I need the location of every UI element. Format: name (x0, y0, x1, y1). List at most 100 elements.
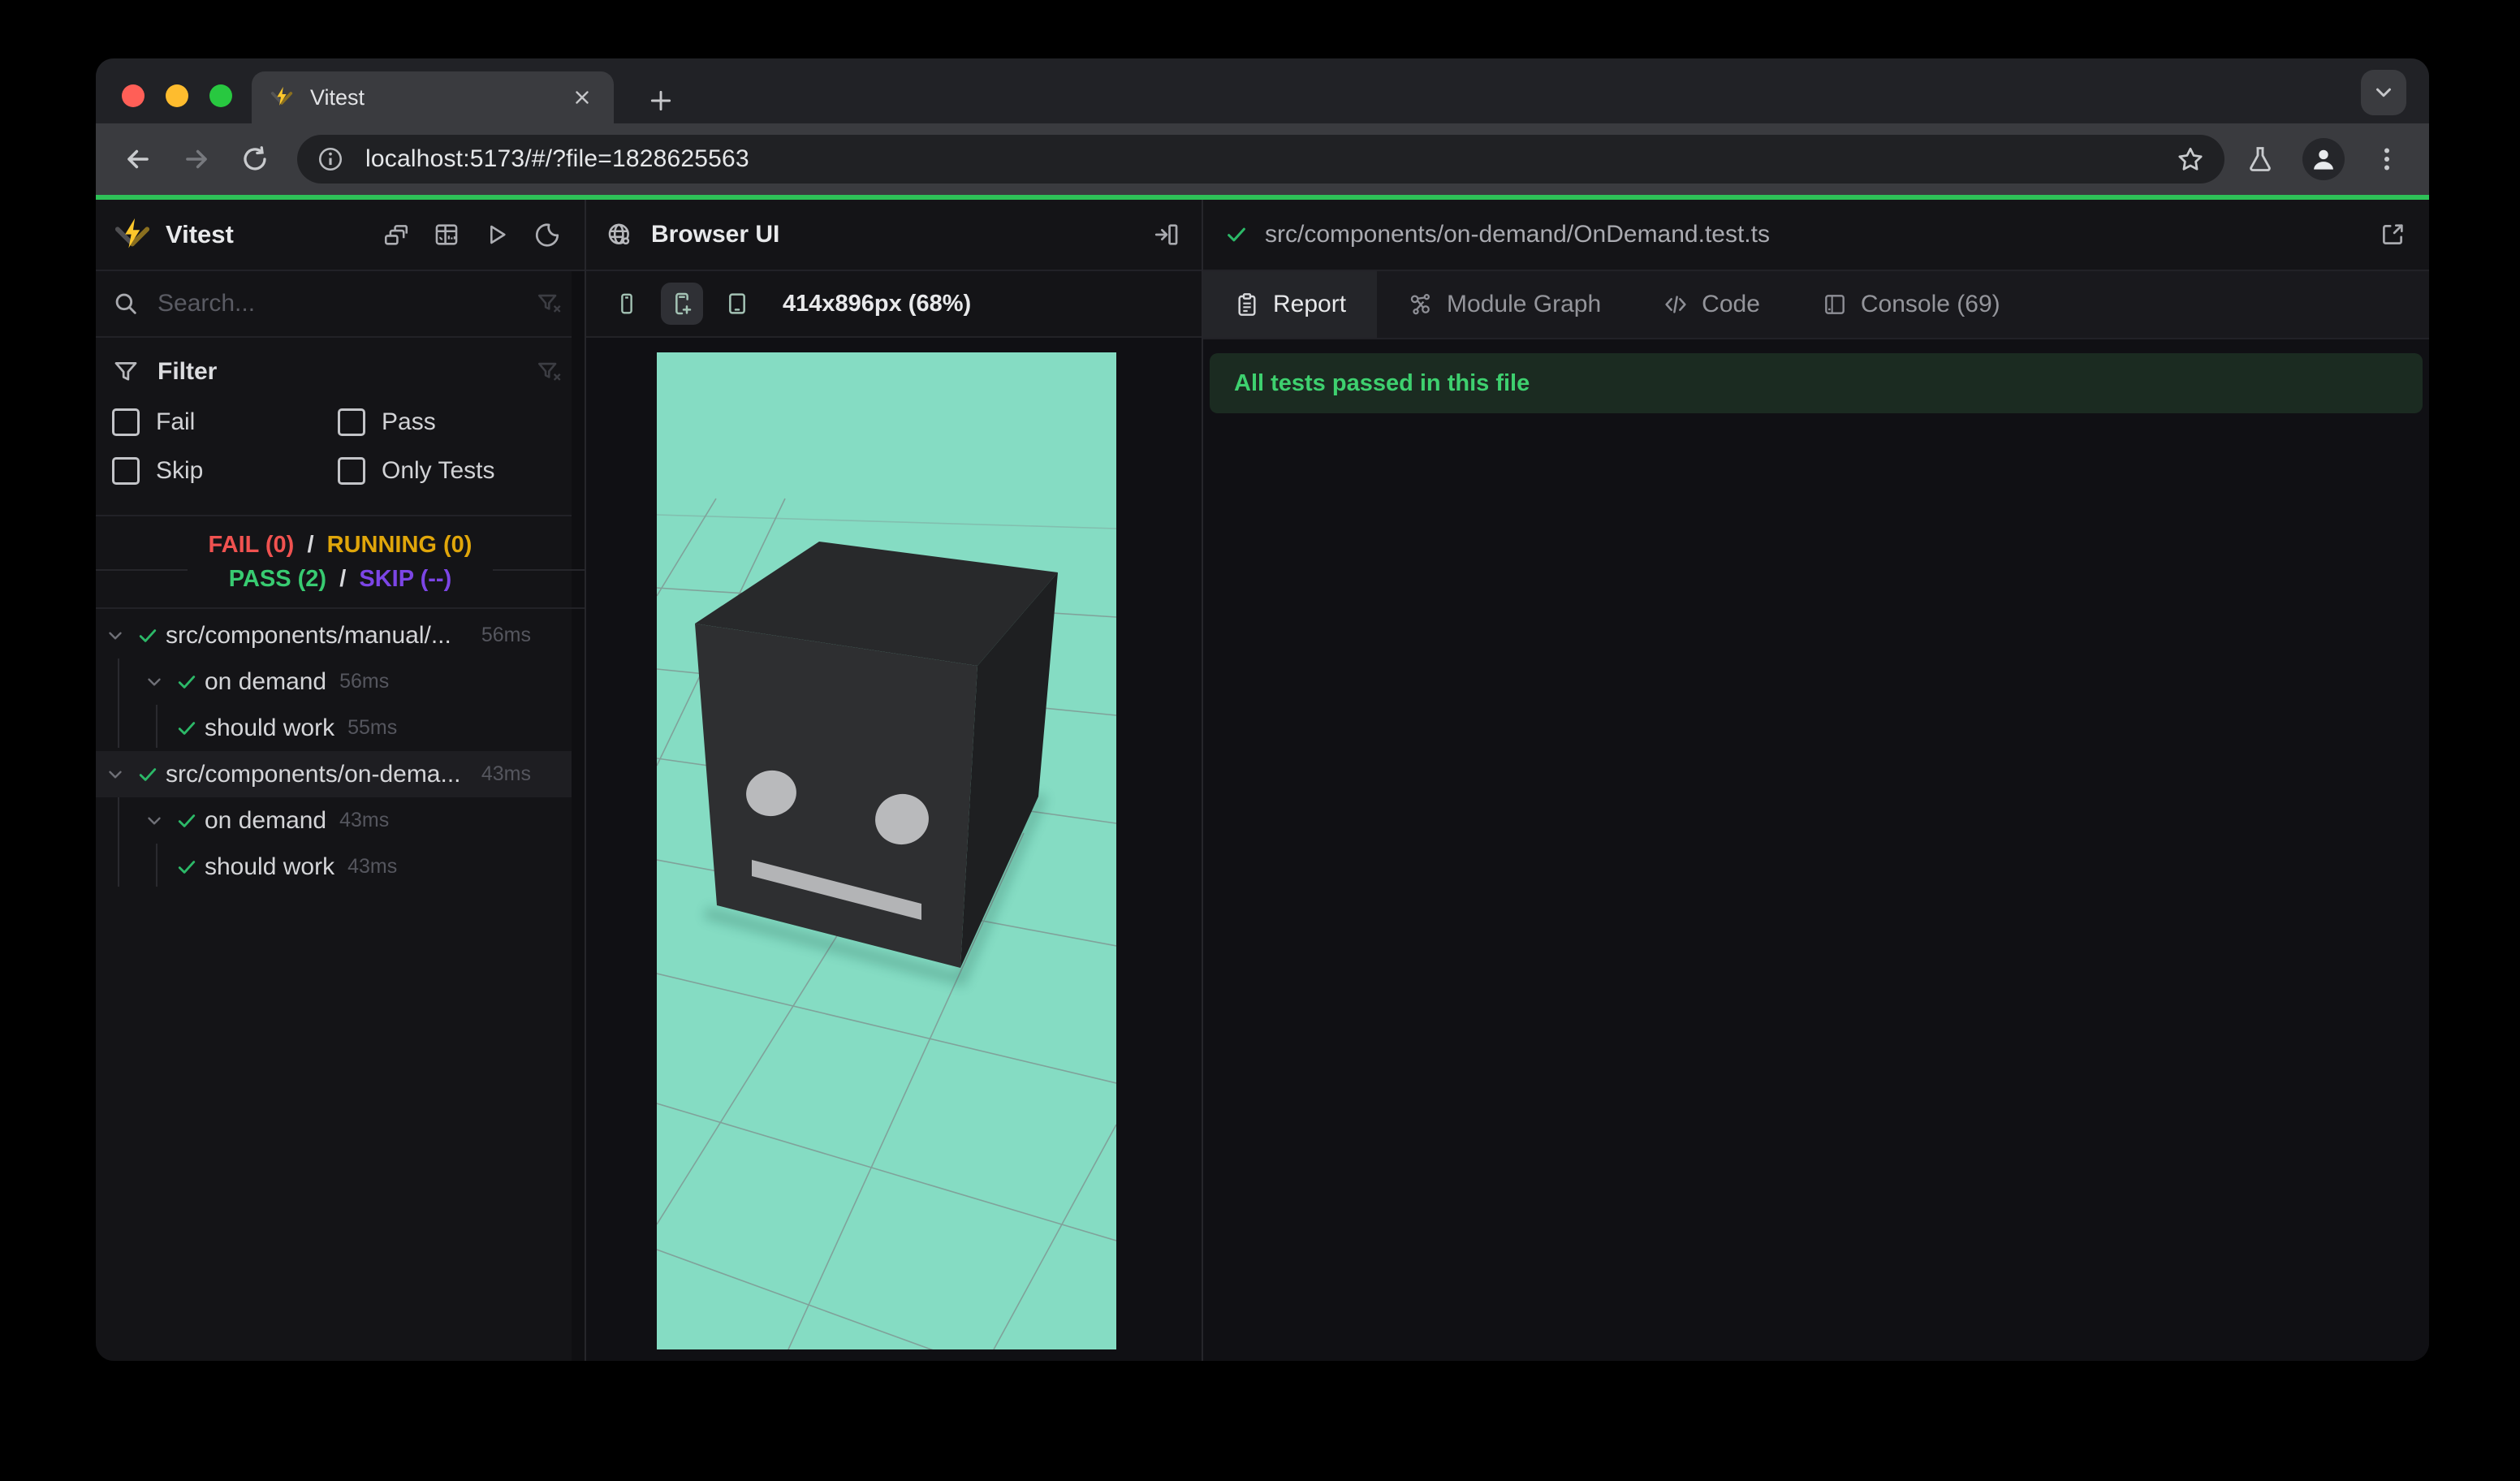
checkbox[interactable] (112, 457, 140, 485)
all-tests-passed-banner: All tests passed in this file (1210, 353, 2423, 413)
summary-line-2: PASS (2) / SKIP (--) (228, 566, 452, 592)
search-icon (112, 290, 140, 317)
browser-ui-title: Browser UI (651, 221, 780, 248)
threejs-cube-scene (657, 498, 1116, 1349)
reload-icon[interactable] (232, 136, 278, 182)
back-icon[interactable] (115, 136, 161, 182)
tab-close-icon[interactable] (568, 84, 596, 111)
report-panel: src/components/on-demand/OnDemand.test.t… (1203, 200, 2429, 1361)
url-text[interactable]: localhost:5173/#/?file=1828625563 (365, 145, 2176, 173)
search-input[interactable]: Search... (158, 290, 536, 317)
open-external-icon[interactable] (2379, 221, 2406, 248)
filter-title: Filter (158, 358, 218, 385)
tab-module-graph[interactable]: Module Graph (1377, 271, 1632, 338)
minimize-window-button[interactable] (166, 84, 188, 107)
sidebar-toolbar (380, 218, 563, 251)
pass-check-icon (169, 856, 205, 879)
collapse-panels-icon[interactable] (380, 218, 412, 251)
new-tab-button[interactable] (641, 81, 680, 120)
toolbar-right-icons (2246, 138, 2401, 180)
dashboard-icon[interactable] (430, 218, 463, 251)
browser-tab[interactable]: Vitest (252, 71, 614, 123)
checkbox[interactable] (338, 408, 365, 436)
tab-code[interactable]: Code (1632, 271, 1791, 338)
report-header: src/components/on-demand/OnDemand.test.t… (1203, 200, 2429, 271)
test-file-path: src/components/on-demand/OnDemand.test.t… (1265, 221, 1770, 248)
tab-title: Vitest (310, 84, 365, 110)
test-tree: src/components/manual/... 56ms on demand… (96, 609, 585, 1361)
browser-preview-area (586, 338, 1202, 1361)
clear-filter-icon[interactable] (536, 358, 563, 386)
close-window-button[interactable] (122, 84, 145, 107)
dock-panel-icon[interactable] (1153, 221, 1180, 248)
filter-checkbox-pass[interactable]: Pass (338, 399, 563, 445)
maximize-window-button[interactable] (209, 84, 232, 107)
dark-mode-moon-icon[interactable] (531, 218, 563, 251)
app-title: Vitest (166, 220, 234, 248)
sidebar: Vitest Search... Filter Fail Pass Skip O… (96, 200, 586, 1361)
filter-section: Filter Fail Pass Skip Only Tests (96, 338, 585, 516)
chevron-down-icon[interactable] (140, 671, 169, 693)
module-graph-icon (1408, 291, 1434, 317)
globe-icon (606, 221, 633, 248)
tab-search-button[interactable] (2361, 70, 2406, 115)
chevron-down-icon[interactable] (101, 625, 130, 646)
menu-dots-icon[interactable] (2372, 145, 2401, 174)
experiments-flask-icon[interactable] (2246, 145, 2275, 174)
device-tablet-icon[interactable] (716, 283, 758, 325)
device-phone-small-icon[interactable] (606, 283, 648, 325)
tab-strip: Vitest (96, 58, 2429, 123)
device-phone-plus-icon[interactable] (661, 283, 703, 325)
tab-console[interactable]: Console (69) (1791, 271, 2031, 338)
tree-row-file-selected[interactable]: src/components/on-dema... 43ms (96, 751, 572, 797)
filter-checkbox-skip[interactable]: Skip (112, 448, 338, 494)
browser-window: Vitest localhost:5173/#/?file=1828625563 (96, 58, 2429, 1361)
filter-funnel-icon (112, 358, 140, 386)
report-tabs: Report Module Graph Code Console (69) (1203, 271, 2429, 339)
profile-avatar[interactable] (2302, 138, 2345, 180)
viewport-size-label: 414x896px (68%) (783, 290, 972, 317)
browser-toolbar: localhost:5173/#/?file=1828625563 (96, 123, 2429, 195)
tree-row-suite[interactable]: on demand 56ms (96, 658, 572, 705)
clear-search-filter-icon[interactable] (536, 290, 563, 317)
sidebar-header: Vitest (96, 200, 585, 271)
robot-cube (695, 542, 1058, 968)
vitest-ui: Vitest Search... Filter Fail Pass Skip O… (96, 200, 2429, 1361)
vitest-favicon-icon (270, 85, 294, 110)
filter-checkbox-only-tests[interactable]: Only Tests (338, 448, 563, 494)
run-all-icon[interactable] (481, 218, 513, 251)
summary-line-1: FAIL (0) / RUNNING (0) (208, 532, 472, 558)
pass-check-icon (130, 624, 166, 647)
browser-ui-header: Browser UI (586, 200, 1202, 271)
test-summary: FAIL (0) / RUNNING (0) PASS (2) / SKIP (… (96, 516, 585, 609)
pass-check-icon (169, 810, 205, 832)
device-toolbar: 414x896px (68%) (586, 271, 1202, 338)
tree-row-test[interactable]: should work 55ms (96, 705, 572, 751)
chevron-down-icon[interactable] (140, 810, 169, 831)
report-content: All tests passed in this file (1203, 339, 2429, 1361)
tree-row-suite[interactable]: on demand 43ms (96, 797, 572, 844)
pass-check-icon (1224, 222, 1249, 247)
filter-checkbox-fail[interactable]: Fail (112, 399, 338, 445)
forward-icon[interactable] (174, 136, 219, 182)
site-info-icon[interactable] (317, 145, 344, 173)
pass-check-icon (130, 763, 166, 786)
bookmark-star-icon[interactable] (2176, 145, 2205, 174)
chevron-down-icon[interactable] (101, 764, 130, 785)
checkbox[interactable] (338, 457, 365, 485)
window-controls (122, 84, 232, 107)
code-icon (1663, 291, 1689, 317)
browser-ui-panel: Browser UI 414x896px (68%) (586, 200, 1203, 1361)
tested-app-viewport[interactable] (657, 352, 1116, 1349)
vitest-logo-icon (114, 216, 151, 253)
address-bar[interactable]: localhost:5173/#/?file=1828625563 (297, 135, 2224, 184)
tree-row-file[interactable]: src/components/manual/... 56ms (96, 612, 572, 658)
checkbox[interactable] (112, 408, 140, 436)
tab-report[interactable]: Report (1203, 271, 1378, 338)
pass-check-icon (169, 671, 205, 693)
console-icon (1822, 291, 1848, 317)
search-row: Search... (96, 271, 585, 338)
clipboard-icon (1234, 291, 1260, 317)
pass-check-icon (169, 717, 205, 740)
tree-row-test[interactable]: should work 43ms (96, 844, 572, 890)
